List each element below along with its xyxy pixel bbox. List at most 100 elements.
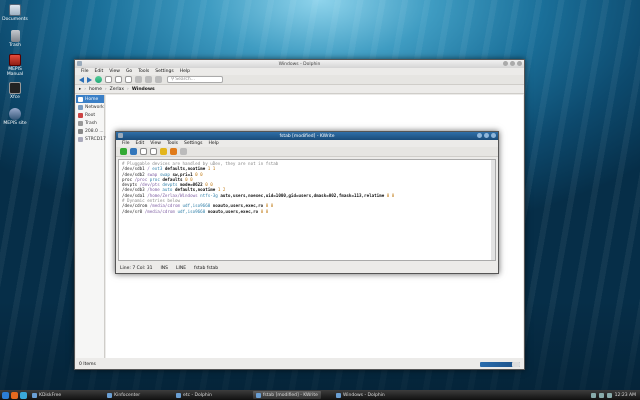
close-button[interactable] (491, 133, 496, 138)
app-icon (335, 392, 341, 398)
desktop-icon-trash[interactable]: Trash (2, 30, 28, 48)
taskbar-clock[interactable]: 12:23 AM (615, 393, 636, 398)
save-as-icon[interactable] (150, 148, 157, 155)
code-token: ext3 (152, 166, 165, 172)
place-home[interactable]: Home (76, 95, 104, 103)
maximize-button[interactable] (484, 133, 489, 138)
search-icon: ⚲ (171, 77, 175, 82)
root-icon (78, 112, 83, 118)
editor-line[interactable]: /dev/sr0 /media/cdrom udf,iso9660 noauto… (122, 209, 492, 214)
desktop-icon-mepis-manual[interactable]: MEPIS Manual (2, 54, 28, 77)
menu-file[interactable]: File (122, 141, 130, 146)
firefox-icon[interactable] (11, 391, 18, 399)
menu-view[interactable]: View (109, 69, 120, 74)
menu-settings[interactable]: Settings (184, 141, 202, 146)
cut-icon[interactable] (180, 148, 187, 155)
vertical-scrollbar[interactable] (491, 160, 495, 260)
menu-file[interactable]: File (81, 69, 89, 74)
minimize-button[interactable] (503, 61, 508, 66)
forward-icon[interactable] (87, 76, 92, 83)
dolphin-menubar: File Edit View Go Tools Settings Help (75, 68, 524, 75)
desktop-icon-mepis-site[interactable]: MEPIS site (2, 108, 28, 126)
task-kdiskfree[interactable]: KDiskFree (29, 391, 64, 399)
network-icon[interactable] (590, 392, 596, 398)
system-tray: 12:23 AM (590, 392, 640, 398)
place-network[interactable]: Network (76, 103, 104, 111)
place-root[interactable]: Root (76, 111, 104, 119)
desktop-icon-label: MEPIS site (3, 121, 27, 126)
item-count: 0 Items (79, 361, 96, 367)
split-icon[interactable] (145, 76, 152, 83)
dolphin-titlebar[interactable]: Windows - Dolphin (75, 60, 524, 68)
task-kinfocenter[interactable]: Kinfocenter (104, 391, 143, 399)
code-token: devpts (122, 182, 140, 188)
save-icon[interactable] (140, 148, 147, 155)
code-token: ntfs-3g (200, 192, 221, 198)
text-editor[interactable]: # Pluggable devices are handled by uDev,… (118, 159, 496, 261)
code-token: /proc (134, 176, 150, 182)
clipboard-icon[interactable] (606, 392, 612, 398)
kwrite-titlebar[interactable]: fstab [modified] - KWrite (116, 132, 498, 140)
breadcrumb-windows[interactable]: Windows (132, 87, 155, 92)
code-token: /home/Zerlax/Windows (147, 192, 201, 198)
menu-help[interactable]: Help (209, 141, 219, 146)
place-trash[interactable]: Trash (76, 119, 104, 127)
code-token: /dev/cdrom (122, 203, 150, 209)
code-token: /dev/sda1 (122, 192, 148, 198)
code-token: udf,iso9660 (182, 203, 213, 209)
task-windows-dolphin[interactable]: Windows - Dolphin (333, 391, 388, 399)
icons-view-icon[interactable] (105, 76, 112, 83)
code-token: /dev/sr0 (122, 208, 145, 214)
back-icon[interactable] (79, 76, 84, 83)
task-label: KDiskFree (39, 392, 62, 398)
desktop-icon-documents[interactable]: Documents (2, 4, 28, 22)
open-icon[interactable] (130, 148, 137, 155)
breadcrumb-zerlax[interactable]: Zerlax (110, 87, 124, 92)
redo-icon[interactable] (170, 148, 177, 155)
menu-settings[interactable]: Settings (155, 69, 173, 74)
code-token: swap (159, 171, 173, 177)
zoom-slider[interactable] (480, 361, 520, 367)
menu-go[interactable]: Go (126, 69, 132, 74)
preview-icon[interactable] (135, 76, 142, 83)
line-ending: LINE (176, 265, 187, 271)
task-etc-dolphin[interactable]: etc - Dolphin (173, 391, 215, 399)
place-drive[interactable]: 208.0 ... (76, 127, 104, 135)
columns-view-icon[interactable] (125, 76, 132, 83)
details-view-icon[interactable] (115, 76, 122, 83)
insert-mode[interactable]: INS (160, 266, 168, 271)
code-token: 0 0 (185, 176, 193, 182)
minimize-button[interactable] (477, 133, 482, 138)
menu-tools[interactable]: Tools (167, 141, 178, 146)
code-token: /media/cdrom (144, 208, 178, 214)
up-icon[interactable] (95, 76, 102, 83)
task-kwrite[interactable]: fstab [modified] - KWrite (252, 391, 321, 399)
code-token: 1 1 (207, 166, 216, 172)
close-button[interactable] (517, 61, 522, 66)
place-cdrom[interactable]: STRCD17 (76, 135, 106, 143)
breadcrumb-root-icon[interactable]: ▸ (79, 87, 81, 92)
window-menu-icon[interactable] (118, 133, 123, 138)
cursor-position: Line: 7 Col: 31 (120, 265, 153, 271)
menu-edit[interactable]: Edit (136, 141, 145, 146)
undo-icon[interactable] (160, 148, 167, 155)
window-controls (477, 133, 496, 138)
breadcrumb-home[interactable]: home (89, 87, 102, 92)
desktop-icon-xfce[interactable]: Xfce (2, 82, 28, 100)
kde-menu-icon[interactable] (2, 391, 9, 399)
maximize-button[interactable] (510, 61, 515, 66)
menu-edit[interactable]: Edit (95, 69, 104, 74)
volume-icon[interactable] (598, 392, 604, 398)
menu-tools[interactable]: Tools (138, 69, 149, 74)
chat-icon[interactable] (20, 391, 27, 399)
breadcrumb: ▸ › home › Zerlax › Windows (75, 85, 524, 94)
code-token: 0 0 (265, 203, 274, 209)
web-icon (9, 108, 21, 120)
menu-view[interactable]: View (150, 141, 161, 146)
code-token: auto,users,noexec,uid=1000,gid=users,dma… (220, 192, 387, 198)
menu-help[interactable]: Help (180, 69, 190, 74)
sort-icon[interactable] (155, 76, 162, 83)
new-icon[interactable] (120, 148, 127, 155)
window-menu-icon[interactable] (77, 61, 82, 66)
search-input[interactable]: ⚲ Search... (167, 76, 223, 83)
